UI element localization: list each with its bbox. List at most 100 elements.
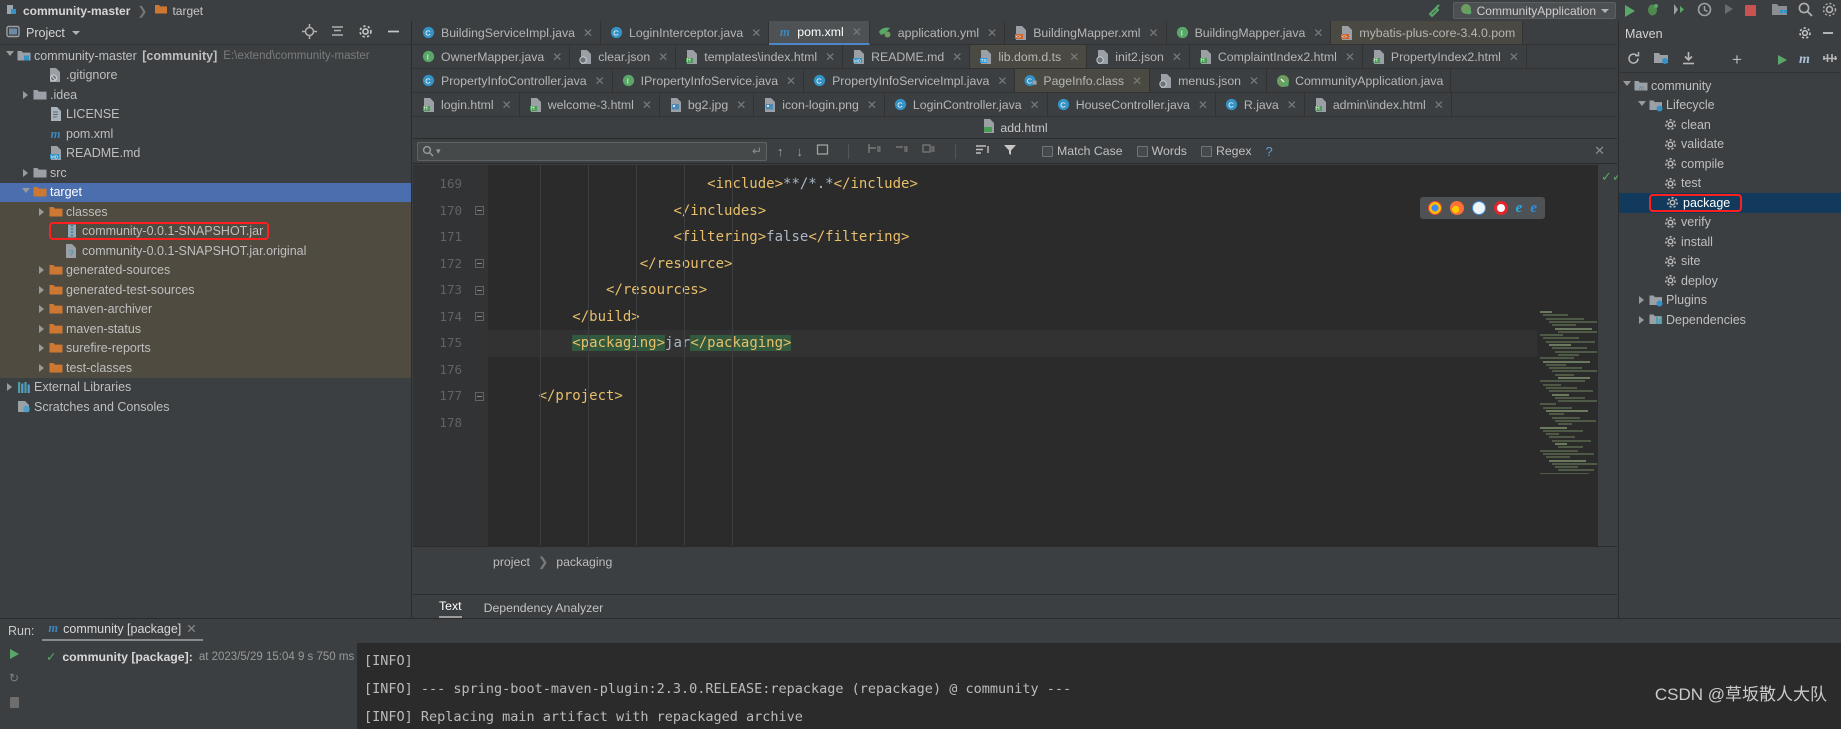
- editor-tab-login-html[interactable]: Hlogin.html ✕: [413, 93, 520, 117]
- project-tree-item-maven-status[interactable]: maven-status: [0, 319, 411, 339]
- close-icon[interactable]: ✕: [997, 74, 1007, 88]
- editor-tab-mybatis-plus-core-3-4-0-pom[interactable]: <> mybatis-plus-core-3.4.0.pom: [1331, 21, 1524, 45]
- close-icon[interactable]: ✕: [186, 621, 196, 636]
- reload-icon[interactable]: [1626, 51, 1641, 69]
- profiler-icon[interactable]: [1696, 1, 1713, 21]
- close-icon[interactable]: ✕: [1198, 98, 1208, 112]
- run-icon[interactable]: [1625, 4, 1635, 17]
- close-icon[interactable]: ✕: [642, 98, 652, 112]
- close-icon[interactable]: ✕: [1172, 50, 1182, 64]
- run-tab-community-package[interactable]: m community [package] ✕: [42, 621, 203, 641]
- chevron-right-icon[interactable]: [36, 285, 47, 294]
- maven-tree[interactable]: m community Lifecycle clean validate compile t…: [1619, 73, 1841, 330]
- project-tree-item-pom-xml[interactable]: m pom.xml: [0, 124, 411, 144]
- maven-tree-item-verify[interactable]: verify: [1619, 213, 1841, 233]
- code-line[interactable]: <include>**/*.*</include>: [488, 171, 1617, 198]
- code-minimap[interactable]: [1537, 309, 1597, 474]
- ie-icon[interactable]: e: [1516, 200, 1523, 217]
- maven-tree-item-site[interactable]: site: [1619, 252, 1841, 272]
- maven-tree-item-dependencies[interactable]: Dependencies: [1619, 310, 1841, 330]
- editor-tab-pageinfo-class[interactable]: C PageInfo.class ✕: [1015, 69, 1151, 93]
- edge-icon[interactable]: e: [1530, 200, 1537, 217]
- chevron-right-icon[interactable]: [36, 363, 47, 372]
- project-tree-item-readme-md[interactable]: MD README.md: [0, 144, 411, 164]
- editor-tab-ipropertyinfoservice-java[interactable]: I IPropertyInfoService.java ✕: [612, 69, 805, 93]
- chevron-down-icon[interactable]: [1636, 100, 1647, 110]
- editor-tab-r-java[interactable]: C R.java ✕: [1215, 93, 1305, 117]
- add-line-icon[interactable]: [868, 143, 882, 159]
- gear-icon[interactable]: [358, 24, 373, 42]
- rerun-icon[interactable]: [9, 649, 19, 659]
- opera-icon[interactable]: [1493, 201, 1508, 215]
- remove-line-icon[interactable]: [895, 143, 909, 159]
- maven-tree-item-package[interactable]: package: [1619, 193, 1841, 213]
- editor-tab-menus-json[interactable]: menus.json ✕: [1150, 69, 1268, 93]
- select-occurrence-icon[interactable]: [922, 143, 936, 159]
- close-icon[interactable]: ✕: [852, 25, 862, 39]
- find-option-words[interactable]: Words: [1136, 144, 1187, 158]
- close-icon[interactable]: ✕: [583, 26, 593, 40]
- search-everywhere-icon[interactable]: [1797, 1, 1813, 20]
- maven-tree-item-community[interactable]: m community: [1619, 76, 1841, 96]
- close-icon[interactable]: ✕: [552, 50, 562, 64]
- editor-tab-templates-index-html[interactable]: Htemplates\index.html ✕: [676, 45, 844, 69]
- close-icon[interactable]: ✕: [1345, 50, 1355, 64]
- editor-tab-pom-xml[interactable]: m pom.xml ✕: [769, 21, 870, 45]
- close-icon[interactable]: ✕: [825, 50, 835, 64]
- chevron-right-icon[interactable]: [36, 324, 47, 333]
- close-icon[interactable]: ✕: [658, 50, 668, 64]
- project-tree-item-target[interactable]: target: [0, 182, 411, 202]
- breadcrumb-crumb-0[interactable]: project: [493, 555, 530, 569]
- maven-tree-item-lifecycle[interactable]: Lifecycle: [1619, 96, 1841, 116]
- editor-tab-clear-json[interactable]: clear.json ✕: [570, 45, 677, 69]
- run-task-tree[interactable]: ✓ community [package]: at 2023/5/29 15:0…: [28, 643, 358, 729]
- editor-tab-communityapplication-java[interactable]: CommunityApplication.java: [1267, 69, 1452, 93]
- editor-tab-welcome-3-html[interactable]: Hwelcome-3.html ✕: [519, 93, 660, 117]
- browser-popup[interactable]: e e: [1419, 197, 1545, 219]
- rerun-icon[interactable]: [1722, 2, 1736, 19]
- checkbox[interactable]: [1042, 145, 1053, 157]
- close-icon[interactable]: ✕: [1249, 74, 1259, 88]
- fold-marker-icon[interactable]: [470, 277, 488, 304]
- editor-tab-buildingmapper-java[interactable]: I BuildingMapper.java ✕: [1166, 21, 1332, 45]
- chevron-down-icon[interactable]: [1601, 8, 1609, 13]
- help-icon[interactable]: ?: [1265, 144, 1272, 159]
- project-tree-item-generated-test-sources[interactable]: generated-test-sources: [0, 280, 411, 300]
- minimize-icon[interactable]: [386, 24, 401, 42]
- project-tree-item-scratches-and-consoles[interactable]: Scratches and Consoles: [0, 397, 411, 417]
- fold-gutter[interactable]: [470, 165, 488, 546]
- editor-tab-readme-md[interactable]: MD README.md ✕: [843, 45, 971, 69]
- project-tree-item-community-0-0-1-snapshot-jar-original[interactable]: ? community-0.0.1-SNAPSHOT.jar.original: [0, 241, 411, 261]
- editor-markers-strip[interactable]: ✓✓: [1597, 165, 1623, 546]
- add-icon[interactable]: +: [1732, 51, 1742, 68]
- editor-tab-propertyinfoserviceimpl-java[interactable]: C PropertyInfoServiceImpl.java ✕: [804, 69, 1016, 93]
- chevron-right-icon[interactable]: [36, 344, 47, 353]
- project-tree-item-community-master[interactable]: community-master [community] E:\extend\co…: [0, 46, 411, 66]
- gear-icon[interactable]: [1798, 26, 1812, 43]
- maven-tree-item-test[interactable]: test: [1619, 174, 1841, 194]
- project-tree-item-community-0-0-1-snapshot-jar[interactable]: community-0.0.1-SNAPSHOT.jar: [0, 221, 411, 241]
- close-icon[interactable]: ✕: [751, 26, 761, 40]
- close-icon[interactable]: ✕: [1287, 98, 1297, 112]
- chevron-down-icon[interactable]: [4, 51, 15, 60]
- close-icon[interactable]: ✕: [1132, 74, 1142, 88]
- find-options[interactable]: Match Case Words Regex: [1042, 144, 1265, 158]
- search-dropdown-icon[interactable]: ▾: [436, 146, 441, 157]
- chevron-right-icon[interactable]: [1636, 315, 1647, 324]
- close-icon[interactable]: ✕: [595, 74, 605, 88]
- close-icon[interactable]: ✕: [1313, 26, 1323, 40]
- search-input[interactable]: ▾ ↵: [417, 141, 767, 161]
- project-tree-item-idea[interactable]: .idea: [0, 85, 411, 105]
- code-line[interactable]: <filtering>false</filtering>: [488, 224, 1617, 251]
- toggle-skip-tests-icon[interactable]: [1822, 51, 1838, 68]
- prev-match-icon[interactable]: ↑: [777, 144, 784, 159]
- maven-tree-item-validate[interactable]: validate: [1619, 135, 1841, 155]
- checkbox[interactable]: [1136, 145, 1148, 157]
- chevron-right-icon[interactable]: [4, 383, 15, 392]
- chevron-right-icon[interactable]: [36, 266, 47, 275]
- debug-icon[interactable]: [1644, 1, 1661, 21]
- code-line[interactable]: </resource>: [488, 251, 1617, 278]
- chevron-right-icon[interactable]: [20, 168, 31, 177]
- maven-tree-item-deploy[interactable]: deploy: [1619, 271, 1841, 291]
- locate-icon[interactable]: [302, 23, 317, 42]
